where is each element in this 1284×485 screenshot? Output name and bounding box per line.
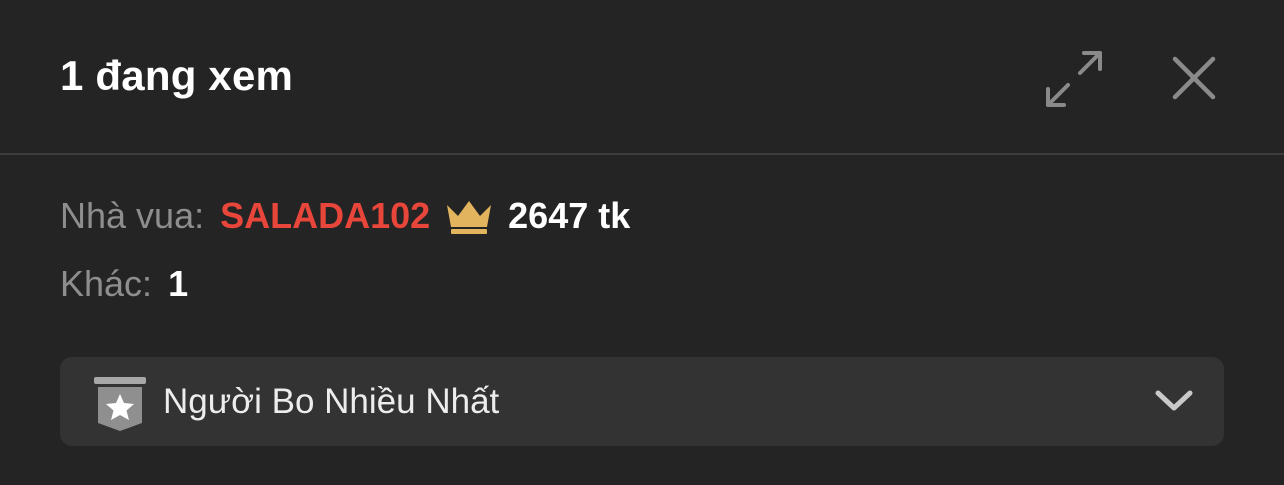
star-badge-icon (94, 377, 146, 431)
crown-icon (447, 201, 492, 234)
dropdown-selected-label: Người Bo Nhiều Nhất (163, 382, 500, 421)
king-row: Nhà vua: SALADA102 2647 tk (60, 194, 630, 238)
close-button[interactable] (1170, 54, 1218, 102)
close-icon (1172, 56, 1216, 100)
chevron-down-icon (1155, 390, 1193, 411)
viewer-count-title: 1 đang xem (60, 52, 294, 99)
other-count: 1 (168, 263, 189, 304)
other-row: Khác: 1 (60, 262, 188, 306)
expand-icon (1046, 51, 1102, 107)
expand-button[interactable] (1044, 49, 1104, 109)
top-tipper-dropdown[interactable]: Người Bo Nhiều Nhất (60, 357, 1224, 446)
king-amount: 2647 tk (508, 195, 631, 236)
king-label: Nhà vua: (60, 195, 205, 236)
viewers-header: 1 đang xem (0, 0, 1284, 155)
king-username[interactable]: SALADA102 (220, 195, 430, 237)
other-label: Khác: (60, 263, 153, 304)
